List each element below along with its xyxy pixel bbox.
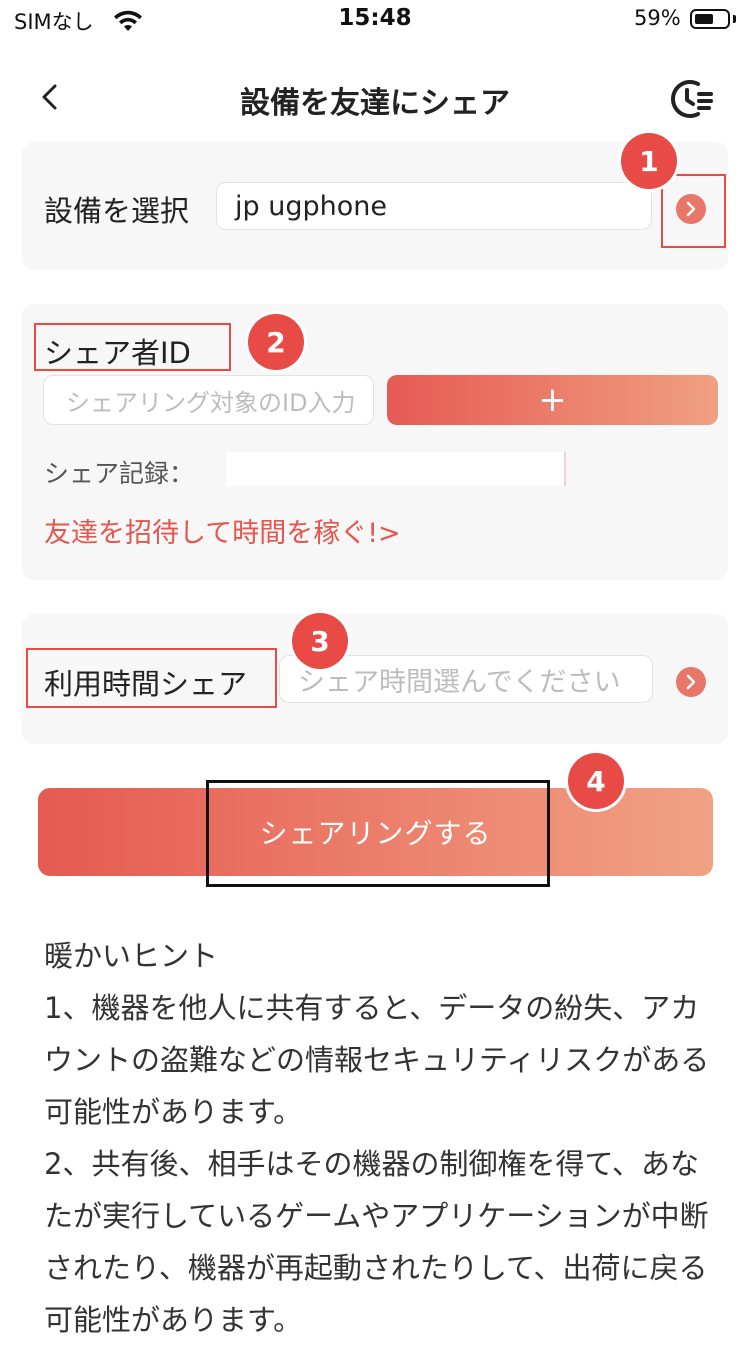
- invite-friends-link[interactable]: 友達を招待して時間を稼ぐ!>: [44, 511, 401, 550]
- step-badge-4: 4: [568, 753, 624, 809]
- add-sharer-button[interactable]: +: [387, 375, 718, 425]
- tip-item-1: 1、機器を他人に共有すると、データの紛失、アカウントの盗難などの情報セキュリティ…: [44, 991, 710, 1129]
- battery-nub: [733, 15, 736, 23]
- step-badge-3: 3: [292, 613, 348, 669]
- share-record-value: [226, 452, 566, 486]
- battery-icon: [690, 9, 730, 29]
- sharer-id-input[interactable]: シェアリング対象のID入力: [43, 375, 374, 425]
- battery-percent: 59%: [634, 6, 681, 30]
- step-badge-2: 2: [248, 314, 304, 370]
- annotation-box-4: [206, 780, 550, 887]
- page-title: 設備を友達にシェア: [240, 86, 510, 121]
- sharer-id-label: シェア者ID: [44, 336, 191, 370]
- device-chevron-right-icon[interactable]: [676, 194, 706, 224]
- tips-section: 暖かいヒント 1、機器を他人に共有すると、データの紛失、アカウントの盗難などの情…: [44, 930, 714, 1346]
- time-share-label: 利用時間シェア: [44, 667, 248, 701]
- history-clock-icon[interactable]: [668, 78, 714, 120]
- device-select-label: 設備を選択: [44, 194, 190, 228]
- device-field[interactable]: jp ugphone: [216, 182, 652, 230]
- step-badge-1: 1: [621, 133, 677, 189]
- time-chevron-right-icon[interactable]: [676, 667, 706, 697]
- share-record-label: シェア記録：: [44, 459, 195, 488]
- status-bar: SIMなし 15:48 59%: [0, 0, 750, 40]
- tip-item-2: 2、共有後、相手はその機器の制御権を得て、あなたが実行しているゲームやアプリケー…: [44, 1147, 709, 1337]
- tips-title: 暖かいヒント: [44, 939, 219, 973]
